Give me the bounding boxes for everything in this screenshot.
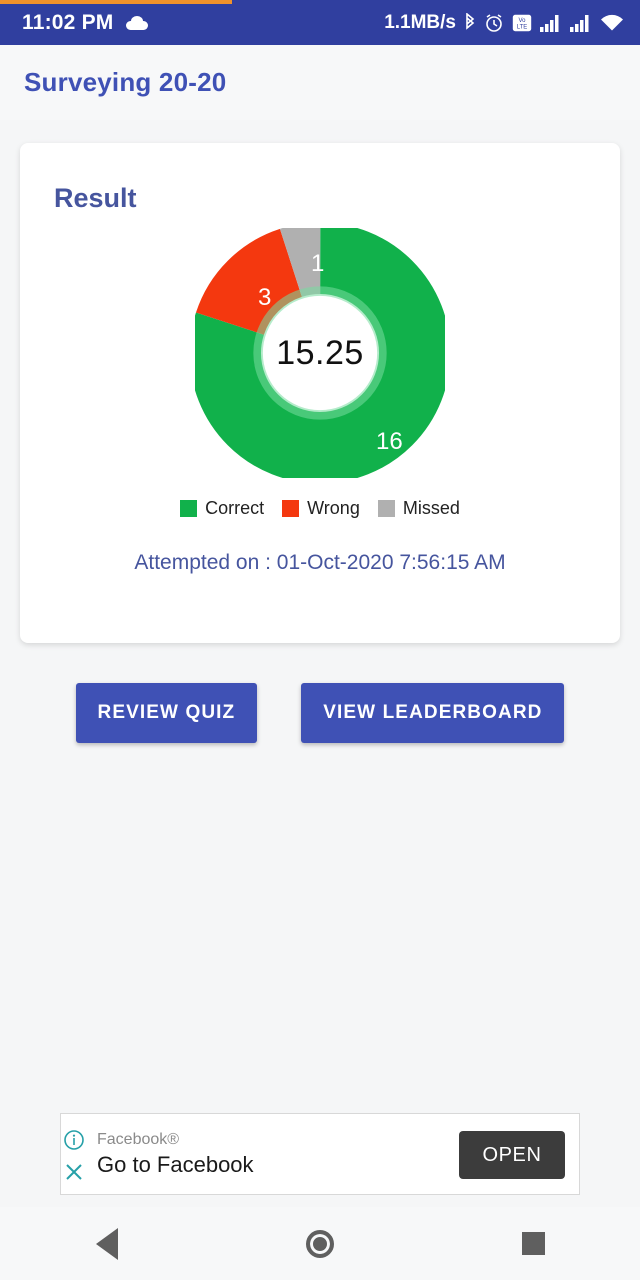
review-quiz-button[interactable]: REVIEW QUIZ [75, 683, 258, 743]
network-speed-label: 1.1MB/s [384, 11, 456, 33]
close-icon[interactable] [62, 1160, 86, 1188]
ad-open-button[interactable]: OPEN [459, 1131, 565, 1179]
wifi-icon [600, 14, 624, 32]
alarm-icon [484, 13, 504, 33]
legend-swatch-wrong [282, 500, 300, 517]
svg-text:LTE: LTE [517, 24, 528, 30]
legend-item-wrong: Wrong [282, 498, 360, 519]
status-clock: 11:02 PM [22, 10, 114, 34]
view-leaderboard-button[interactable]: VIEW LEADERBOARD [301, 683, 565, 743]
legend-label-correct: Correct [205, 498, 265, 518]
donut-label-correct: 16 [376, 428, 403, 455]
legend-label-wrong: Wrong [307, 498, 360, 518]
donut-label-wrong: 3 [258, 284, 272, 311]
recents-square-icon [521, 1232, 545, 1255]
status-bar: 11:02 PM 1.1MB/s Vo LTE [0, 0, 640, 45]
chart-legend: Correct Wrong Missed [20, 498, 620, 519]
status-bar-left: 11:02 PM [22, 11, 148, 35]
volte-icon: Vo LTE [512, 14, 532, 32]
android-nav-bar [0, 1207, 640, 1280]
info-icon[interactable] [62, 1128, 86, 1156]
signal-icon [570, 14, 592, 32]
svg-text:Vo: Vo [518, 17, 526, 23]
status-bar-right: 1.1MB/s Vo LTE [384, 12, 624, 34]
nav-home-button[interactable] [280, 1219, 360, 1269]
ad-banner-icons [57, 1128, 91, 1188]
result-donut-chart: 15.25 16 3 1 [189, 222, 451, 484]
result-card: Result 15.25 16 3 1 Correct Wrong Missed… [20, 143, 620, 643]
attempted-on-label: Attempted on : 01-Oct-2020 7:56:15 AM [134, 551, 506, 574]
cloud-icon [125, 15, 148, 30]
signal-icon [540, 14, 562, 32]
action-button-row: REVIEW QUIZ VIEW LEADERBOARD [0, 683, 640, 743]
app-header: Surveying 20-20 [0, 45, 640, 120]
legend-swatch-missed [377, 500, 395, 517]
legend-label-missed: Missed [402, 498, 460, 518]
page-title: Surveying 20-20 [24, 67, 227, 97]
home-circle-icon [305, 1229, 334, 1258]
legend-swatch-correct [180, 500, 198, 517]
phone-screen: 11:02 PM 1.1MB/s Vo LTE Surveying 20-20 … [0, 0, 640, 1280]
top-progress-bar [0, 0, 232, 4]
legend-item-correct: Correct [180, 498, 264, 519]
back-triangle-icon [95, 1227, 118, 1260]
ad-headline: Go to Facebook [97, 1151, 254, 1177]
ad-banner[interactable]: Facebook® Go to Facebook OPEN [60, 1113, 580, 1195]
donut-label-missed: 1 [311, 250, 325, 277]
bluetooth-icon [464, 12, 476, 33]
ad-advertiser-name: Facebook® [97, 1130, 180, 1148]
legend-item-missed: Missed [377, 498, 460, 519]
result-card-title: Result [54, 183, 137, 213]
nav-recents-button[interactable] [493, 1219, 573, 1269]
nav-back-button[interactable] [67, 1219, 147, 1269]
